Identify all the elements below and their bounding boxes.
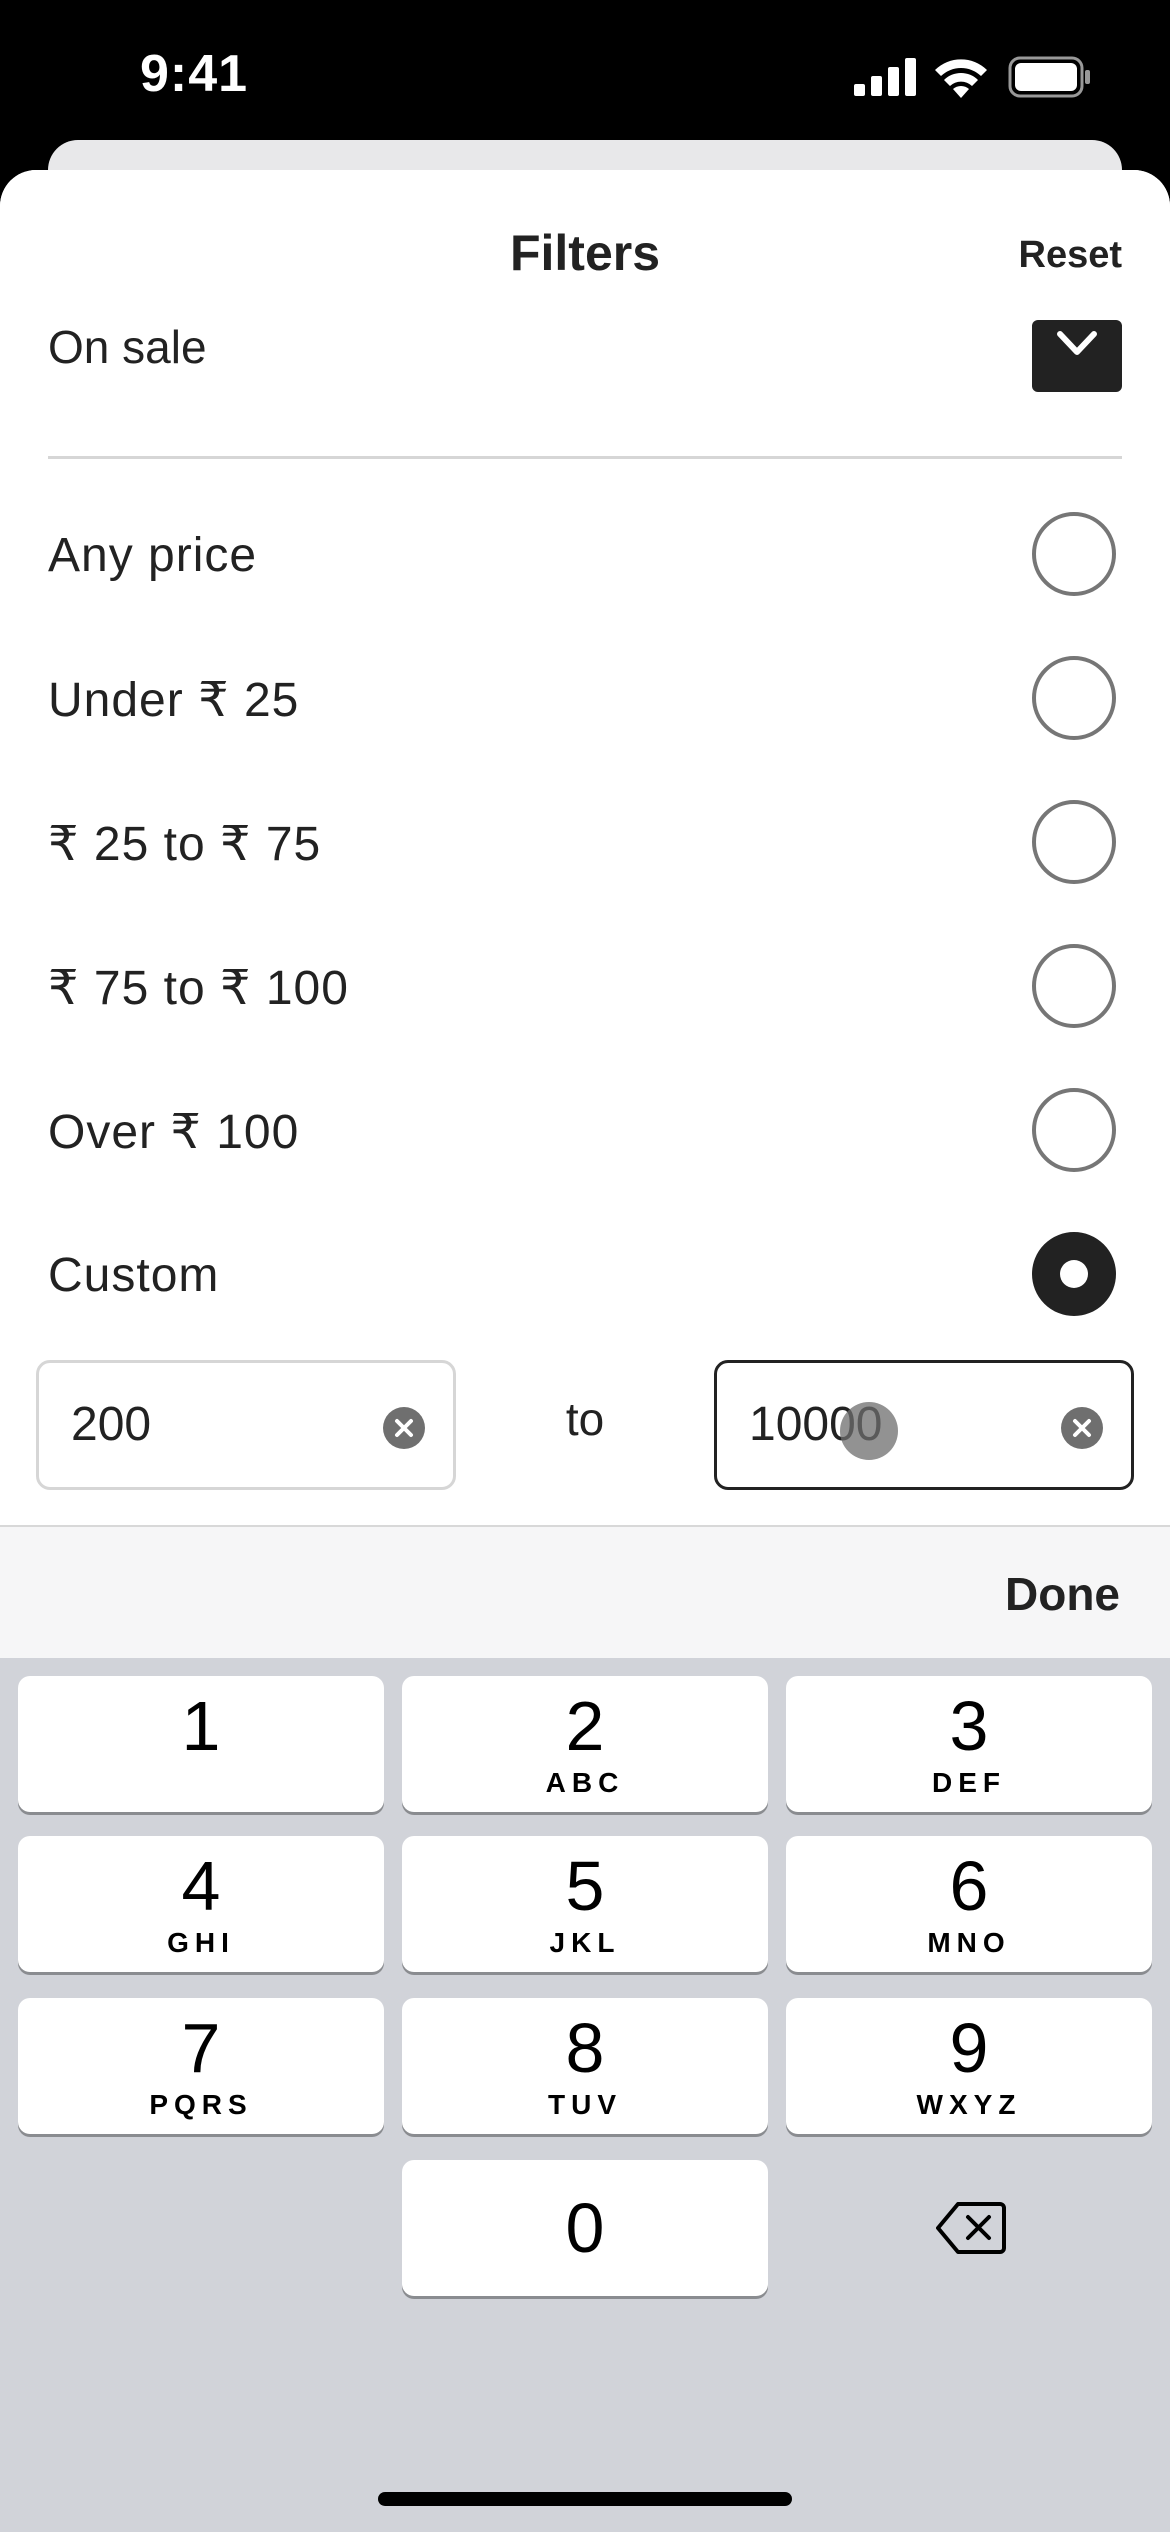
max-price-input[interactable] — [749, 1397, 1049, 1452]
key-2[interactable]: 2 ABC — [402, 1676, 768, 1812]
reset-button[interactable]: Reset — [1019, 234, 1123, 277]
key-letters: TUV — [548, 2089, 622, 2120]
section-divider — [48, 456, 1122, 459]
clear-min-price-icon[interactable] — [383, 1407, 425, 1449]
key-digit: 2 — [565, 1687, 605, 1765]
key-9[interactable]: 9 WXYZ — [786, 1998, 1152, 2134]
range-to-label: to — [565, 1393, 605, 1445]
key-3[interactable]: 3 DEF — [786, 1676, 1152, 1812]
home-indicator — [378, 2492, 792, 2506]
done-button[interactable]: Done — [1005, 1567, 1120, 1621]
price-option-under-25[interactable]: Under ₹ 25 — [0, 630, 1170, 774]
radio-button[interactable] — [1032, 656, 1116, 740]
price-option-label: ₹ 75 to ₹ 100 — [48, 962, 349, 1015]
checkmark-icon — [1057, 331, 1097, 355]
key-7[interactable]: 7 PQRS — [18, 1998, 384, 2134]
radio-button-selected[interactable] — [1032, 1232, 1116, 1316]
price-option-over-100[interactable]: Over ₹ 100 — [0, 1062, 1170, 1206]
key-letters: MNO — [927, 1927, 1011, 1958]
radio-dot — [1060, 1260, 1088, 1288]
key-letters: PQRS — [149, 2089, 253, 2120]
max-price-field[interactable] — [714, 1360, 1134, 1490]
min-price-field[interactable] — [36, 1360, 456, 1490]
key-5[interactable]: 5 JKL — [402, 1836, 768, 1972]
keyboard-accessory-bar: Done — [0, 1525, 1170, 1659]
sheet-title: Filters — [509, 225, 661, 281]
radio-button[interactable] — [1032, 800, 1116, 884]
price-option-any[interactable]: Any price — [0, 486, 1170, 630]
sheet-header: Filters Reset — [0, 170, 1170, 320]
key-digit: 8 — [565, 2009, 605, 2087]
battery-icon — [1008, 56, 1090, 98]
price-option-25-to-75[interactable]: ₹ 25 to ₹ 75 — [0, 774, 1170, 918]
key-6[interactable]: 6 MNO — [786, 1836, 1152, 1972]
radio-button[interactable] — [1032, 1088, 1116, 1172]
backspace-key[interactable] — [786, 2160, 1152, 2296]
clear-max-price-icon[interactable] — [1061, 1407, 1103, 1449]
key-4[interactable]: 4 GHI — [18, 1836, 384, 1972]
key-digit: 1 — [181, 1687, 221, 1765]
wifi-icon — [935, 59, 987, 98]
key-0[interactable]: 0 — [402, 2160, 768, 2296]
price-option-label: Over ₹ 100 — [48, 1106, 300, 1159]
key-digit: 6 — [949, 1847, 989, 1925]
key-1[interactable]: 1 — [18, 1676, 384, 1812]
key-digit: 0 — [565, 2189, 605, 2267]
price-option-75-to-100[interactable]: ₹ 75 to ₹ 100 — [0, 918, 1170, 1062]
on-sale-checkbox[interactable] — [1032, 320, 1122, 392]
key-digit: 3 — [949, 1687, 989, 1765]
status-time: 9:41 — [140, 45, 249, 103]
key-digit: 9 — [949, 2009, 989, 2087]
key-8[interactable]: 8 TUV — [402, 1998, 768, 2134]
key-letters: DEF — [932, 1767, 1006, 1798]
price-option-custom[interactable]: Custom — [0, 1206, 1170, 1350]
status-bar: 9:41 — [0, 0, 1170, 150]
radio-button[interactable] — [1032, 944, 1116, 1028]
min-price-input[interactable] — [71, 1397, 371, 1452]
price-option-label: Under ₹ 25 — [48, 674, 300, 727]
price-option-label: ₹ 25 to ₹ 75 — [48, 818, 322, 871]
cellular-signal-icon — [854, 58, 916, 96]
on-sale-label: On sale — [48, 321, 207, 373]
key-digit: 4 — [181, 1847, 221, 1925]
key-letters: ABC — [545, 1767, 625, 1798]
backspace-icon — [936, 2202, 1006, 2254]
key-letters: JKL — [549, 1927, 621, 1958]
key-letters: GHI — [167, 1927, 235, 1958]
radio-button[interactable] — [1032, 512, 1116, 596]
price-option-label: Any price — [48, 529, 258, 582]
key-letters: WXYZ — [916, 2089, 1022, 2120]
key-digit: 7 — [181, 2009, 221, 2087]
key-digit: 5 — [565, 1847, 605, 1925]
touch-indicator — [840, 1402, 898, 1460]
price-option-label: Custom — [48, 1249, 220, 1302]
